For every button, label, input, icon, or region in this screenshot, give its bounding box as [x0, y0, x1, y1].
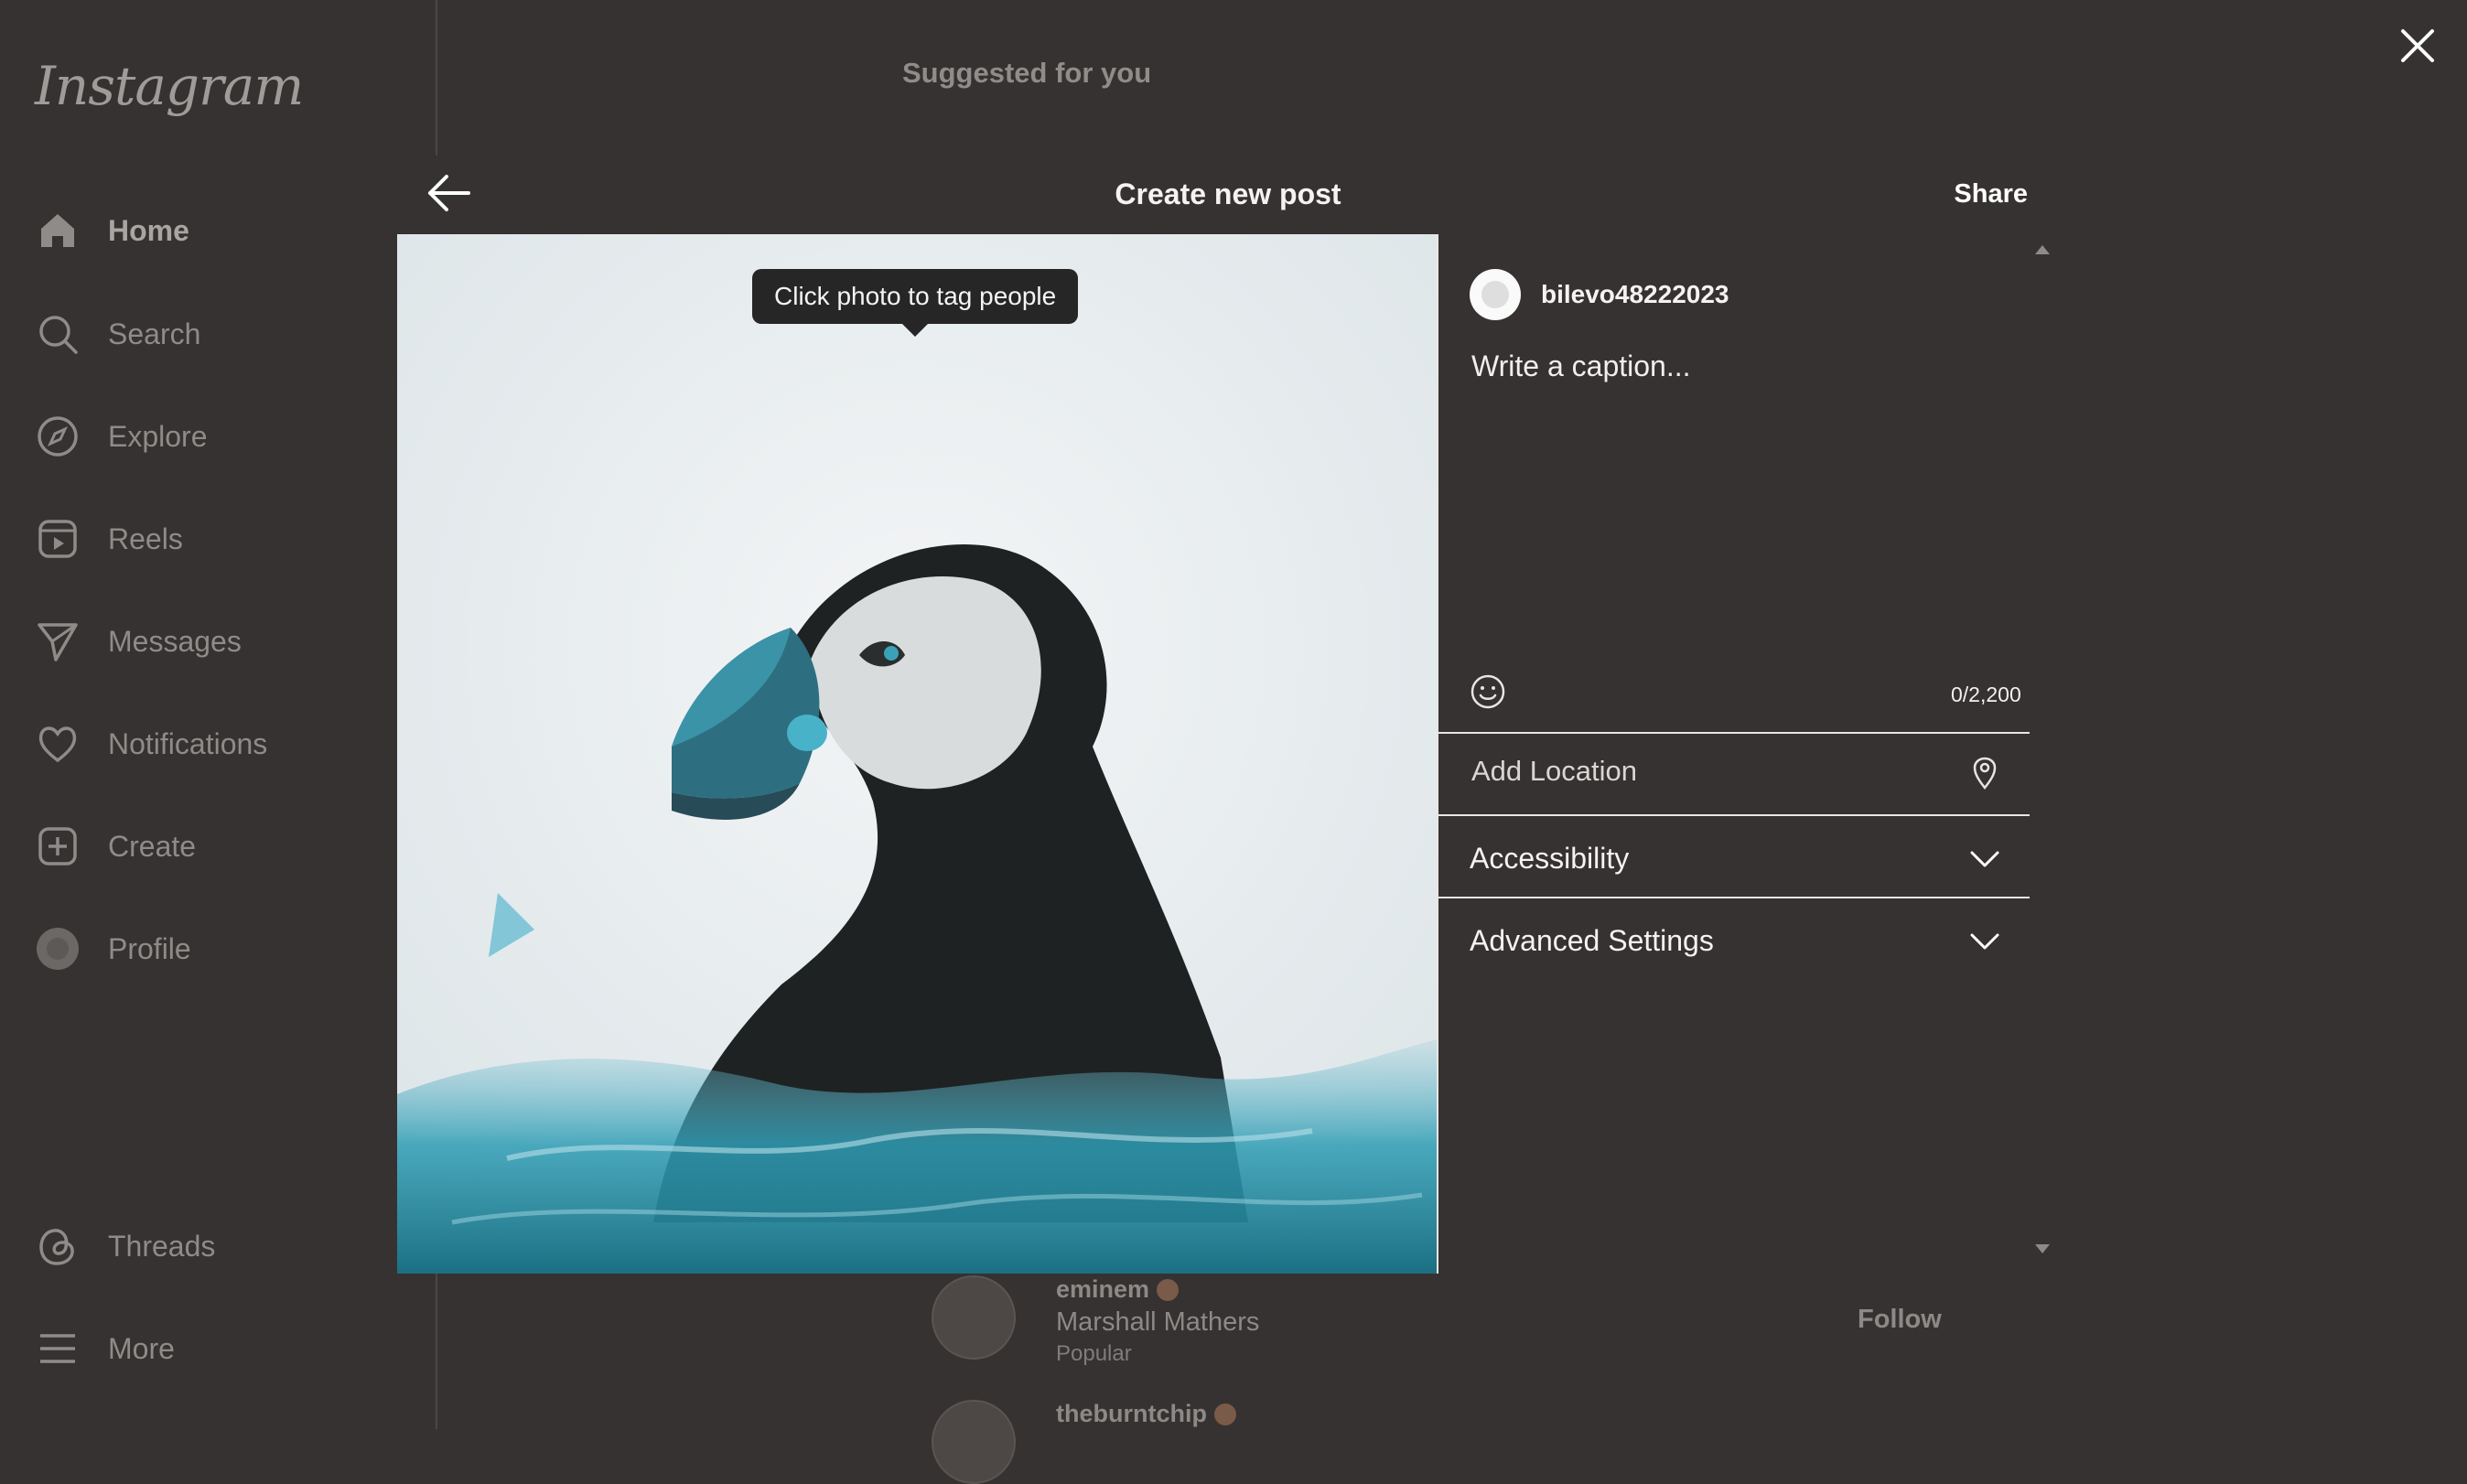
sidebar-item-label: Create — [108, 829, 197, 863]
follow-button[interactable]: Follow — [1858, 1305, 1942, 1335]
divider — [1438, 814, 2030, 816]
post-author: bilevo48222023 — [1470, 269, 1729, 320]
reels-icon — [35, 516, 81, 562]
divider — [1438, 897, 2030, 898]
close-icon[interactable] — [2396, 24, 2440, 68]
suggestion-row: eminem Marshall Mathers Popular — [932, 1275, 1259, 1367]
compass-icon — [35, 414, 81, 459]
sidebar-item-notifications[interactable]: Notifications — [35, 712, 267, 776]
sidebar-item-label: Home — [108, 213, 189, 247]
puffin-image — [397, 234, 1437, 1274]
sidebar-item-create[interactable]: Create — [35, 814, 196, 878]
share-button[interactable]: Share — [1954, 179, 2028, 210]
send-icon — [35, 618, 81, 664]
sidebar-item-label: Explore — [108, 419, 208, 453]
modal-header: Create new post Share — [397, 156, 2059, 236]
suggestion-name: Marshall Mathers — [1056, 1307, 1260, 1337]
username: bilevo48222023 — [1541, 280, 1729, 308]
tag-people-tooltip: Click photo to tag people — [752, 269, 1079, 337]
scroll-down-icon[interactable] — [2035, 1244, 2050, 1253]
chevron-down-icon[interactable] — [1969, 931, 2000, 952]
avatar[interactable] — [932, 1275, 1016, 1360]
search-icon — [35, 311, 81, 357]
scroll-up-icon[interactable] — [2035, 245, 2050, 254]
suggested-title: Suggested for you — [902, 57, 1152, 89]
home-icon — [35, 208, 81, 253]
suggestion-username[interactable]: theburntchip — [1056, 1400, 1207, 1428]
sidebar-item-label: Search — [108, 317, 201, 350]
suggestion-row: theburntchip — [932, 1400, 1236, 1484]
advanced-settings-toggle[interactable]: Advanced Settings — [1470, 924, 1714, 958]
sidebar-item-label: More — [108, 1331, 175, 1365]
sidebar-item-label: Threads — [108, 1229, 216, 1263]
sidebar-item-label: Profile — [108, 931, 191, 965]
suggestion-username[interactable]: eminem — [1056, 1275, 1149, 1304]
heart-icon — [35, 721, 81, 767]
emoji-icon[interactable] — [1470, 673, 1506, 710]
accessibility-toggle[interactable]: Accessibility — [1470, 842, 1629, 876]
post-details-panel: bilevo48222023 0/2,200 Accessibility Adv… — [1437, 234, 2061, 1274]
divider — [1438, 732, 2030, 734]
sidebar-item-messages[interactable]: Messages — [35, 609, 242, 673]
sidebar-item-explore[interactable]: Explore — [35, 404, 208, 468]
plus-square-icon — [35, 823, 81, 869]
instagram-logo[interactable]: Instagram — [35, 55, 304, 117]
sidebar-item-threads[interactable]: Threads — [35, 1214, 215, 1278]
caption-char-count: 0/2,200 — [1951, 683, 2021, 706]
sidebar-item-label: Notifications — [108, 726, 268, 760]
threads-icon — [35, 1223, 81, 1269]
sidebar-item-label: Messages — [108, 624, 242, 658]
modal-title: Create new post — [1115, 177, 1341, 210]
sidebar-item-reels[interactable]: Reels — [35, 507, 183, 571]
chevron-down-icon[interactable] — [1969, 849, 2000, 869]
sidebar-item-label: Reels — [108, 522, 183, 555]
verified-icon — [1213, 1403, 1236, 1425]
add-location-input[interactable] — [1470, 754, 1949, 789]
avatar[interactable] — [932, 1400, 1016, 1484]
post-photo[interactable]: Click photo to tag people — [397, 234, 1437, 1274]
caption-input[interactable] — [1470, 348, 2022, 534]
sidebar-item-search[interactable]: Search — [35, 302, 200, 366]
avatar-icon — [35, 926, 81, 972]
hamburger-icon — [35, 1326, 81, 1371]
sidebar: Instagram Home Search Explore Reels Mess… — [0, 0, 437, 1429]
avatar — [1470, 269, 1521, 320]
verified-icon — [1157, 1278, 1180, 1301]
sidebar-item-profile[interactable]: Profile — [35, 917, 191, 981]
location-pin-icon — [1973, 757, 1997, 790]
sidebar-item-more[interactable]: More — [35, 1317, 175, 1381]
sidebar-item-home[interactable]: Home — [35, 199, 189, 263]
suggestion-subtitle: Popular — [1056, 1341, 1132, 1366]
